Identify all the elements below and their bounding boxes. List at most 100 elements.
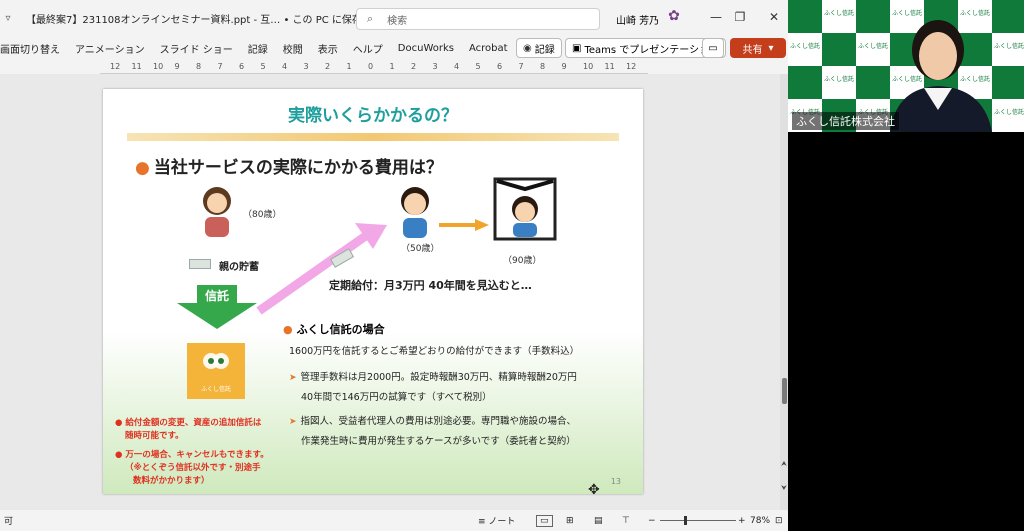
normal-view-icon[interactable]: ▭ [536, 514, 553, 527]
presenter-image [890, 20, 992, 132]
zoom-level[interactable]: 78% [750, 516, 770, 526]
note-2b: （※とくぞう信託以外です・別途手 [125, 463, 261, 473]
tile-logo-text: ふくし信託 [823, 10, 854, 17]
background-tile [856, 0, 890, 33]
ruler-tick-label: 8 [196, 62, 202, 71]
detail-line-1: 1600万円を信託するとご希望どおりの給付ができます（手数料込） [289, 346, 580, 357]
ruler-tick-label: 10 [583, 62, 594, 71]
minimize-button[interactable]: — [706, 10, 726, 24]
scroll-down-icon[interactable]: ⮟ [781, 484, 787, 493]
note-1a: 給付金額の変更、資産の追加信託は [125, 418, 262, 428]
ruler-tick-label: 3 [432, 62, 438, 71]
tab-docuworks[interactable]: DocuWorks [398, 43, 454, 54]
tab-slideshow[interactable]: スライド ショー [160, 41, 233, 56]
pink-growth-arrow-icon [256, 223, 387, 315]
fukushi-trust-logo: ふくし信託 [187, 343, 245, 399]
record-button[interactable]: ◉ 記録 [516, 38, 562, 58]
scroll-up-icon[interactable]: ⮝ [781, 460, 787, 469]
tab-acrobat[interactable]: Acrobat [469, 43, 508, 54]
zoom-out-button[interactable]: − [648, 516, 656, 526]
middle-aged-man-icon [401, 187, 429, 238]
ruler-tick-label: 5 [260, 62, 266, 71]
subtitle-text: 当社サービスの実際にかかる費用は？ [153, 158, 443, 178]
vertical-scrollbar[interactable] [780, 74, 788, 510]
video-caption: ふくし信託株式会社 [792, 112, 899, 130]
background-tile [788, 0, 822, 33]
slide-sorter-icon[interactable]: ⊞ [566, 516, 574, 526]
record-icon: ◉ [523, 42, 532, 54]
user-avatar-icon[interactable]: ✿ [664, 8, 684, 28]
ruler-tick-label: 6 [239, 62, 245, 71]
fit-to-window-icon[interactable]: ⊡ [775, 516, 783, 526]
search-box[interactable]: ⌕ 検索 [356, 8, 600, 30]
logo-text: ふくし信託 [200, 386, 231, 393]
slideshow-view-icon[interactable]: ⊤ [622, 516, 630, 526]
maximize-button[interactable]: ❐ [730, 10, 750, 24]
detail-line-2: ➤ 管理手数料は月2000円。設定時報酬30万円、精算時報酬20万円 [289, 369, 577, 383]
elderly-woman-icon [203, 187, 231, 237]
age-90-label: （90歳） [503, 256, 542, 266]
reading-view-icon[interactable]: ▤ [594, 516, 603, 526]
share-button[interactable]: 共有 ▾ [730, 38, 786, 58]
detail-line-2-text: 管理手数料は月2000円。設定時報酬30万円、精算時報酬20万円 [300, 372, 577, 383]
ruler-tick-label: 11 [131, 62, 142, 71]
quick-access-dropdown-icon[interactable]: ▿ [0, 13, 16, 24]
tab-record[interactable]: 記録 [248, 41, 268, 56]
tab-animations[interactable]: アニメーション [75, 41, 145, 56]
share-dropdown-icon: ▾ [768, 42, 774, 54]
teams-icon: ▣ [572, 42, 582, 54]
background-tile [822, 33, 856, 66]
background-tile: ふくし信託 [856, 33, 890, 66]
age-50-label: （50歳） [401, 244, 440, 254]
background-tile [788, 66, 822, 99]
ruler-tick-label: 3 [303, 62, 309, 71]
ruler-tick-label: 7 [518, 62, 524, 71]
ruler-tick-label: 9 [174, 62, 180, 71]
record-label: 記録 [534, 44, 555, 56]
zoom-in-button[interactable]: + [738, 516, 746, 526]
background-tile: ふくし信託 [822, 0, 856, 33]
zoom-slider[interactable] [660, 520, 736, 521]
search-placeholder: 検索 [387, 15, 408, 27]
tile-logo-text: ふくし信託 [857, 43, 888, 50]
tab-review[interactable]: 校閲 [283, 41, 303, 56]
note-cancel: ● 万一の場合、キャンセルもできます。 （※とくぞう信託以外です・別途手 数料が… [115, 449, 269, 488]
ruler-tick-label: 1 [389, 62, 395, 71]
background-tile [856, 66, 890, 99]
detail-line-3: 40年間で146万円の試算です（すべて税別） [301, 392, 492, 403]
slide[interactable]: 実際いくらかかるの？ ● 当社サービスの実際にかかる費用は？ （80歳） （50歳… [103, 89, 643, 494]
notes-button[interactable]: ≡ ノート [478, 514, 515, 527]
mouse-cursor-icon: ✥ [588, 482, 600, 498]
zoom-slider-thumb[interactable] [684, 516, 687, 525]
ruler-tick-label: 12 [626, 62, 637, 71]
slide-title: 実際いくらかかるの？ [288, 106, 458, 126]
bullet-triangle-icon: ➤ [289, 417, 297, 427]
tab-help[interactable]: ヘルプ [353, 41, 383, 56]
note-bullet-icon: ● [115, 450, 126, 460]
powerpoint-window: ▿ 【最終案7】231108オンラインセミナー資料.ppt - 互… • この … [0, 0, 788, 531]
ruler-tick-label: 4 [454, 62, 460, 71]
owl-icon [203, 353, 229, 369]
slide-subtitle: ● 当社サービスの実際にかかる費用は？ [135, 153, 443, 178]
share-label: 共有 [742, 44, 763, 56]
money-bill-icon [189, 259, 211, 269]
scrollbar-thumb[interactable] [782, 378, 787, 404]
comment-button[interactable]: ▭ [702, 38, 724, 58]
tab-transitions[interactable]: 画面切り替え [0, 41, 60, 56]
background-tile: ふくし信託 [788, 33, 822, 66]
user-name[interactable]: 山崎 芳乃 [616, 12, 659, 27]
document-title[interactable]: 【最終案7】231108オンラインセミナー資料.ppt - 互… • この PC… [26, 11, 392, 26]
ruler-tick-label: 4 [282, 62, 288, 71]
orange-arrow-icon [439, 219, 489, 231]
close-button[interactable]: ✕ [764, 10, 784, 24]
memorial-portrait-icon [493, 177, 557, 241]
horizontal-ruler: 12 11 10 9 8 7 6 5 4 3 2 1 0 1 2 3 4 5 6 7 8 9 10 11 12 [100, 60, 648, 74]
teams-label: Teams でプレゼンテーション [584, 44, 720, 56]
ruler-tick-label: 2 [411, 62, 417, 71]
bullet-dot-icon: ● [283, 323, 293, 336]
ruler-tick-label: 6 [497, 62, 503, 71]
trust-down-arrow-icon: 信託 [177, 285, 257, 329]
tab-view[interactable]: 表示 [318, 41, 338, 56]
note-bullet-icon: ● [115, 418, 126, 428]
ruler-tick-label: 1 [346, 62, 352, 71]
